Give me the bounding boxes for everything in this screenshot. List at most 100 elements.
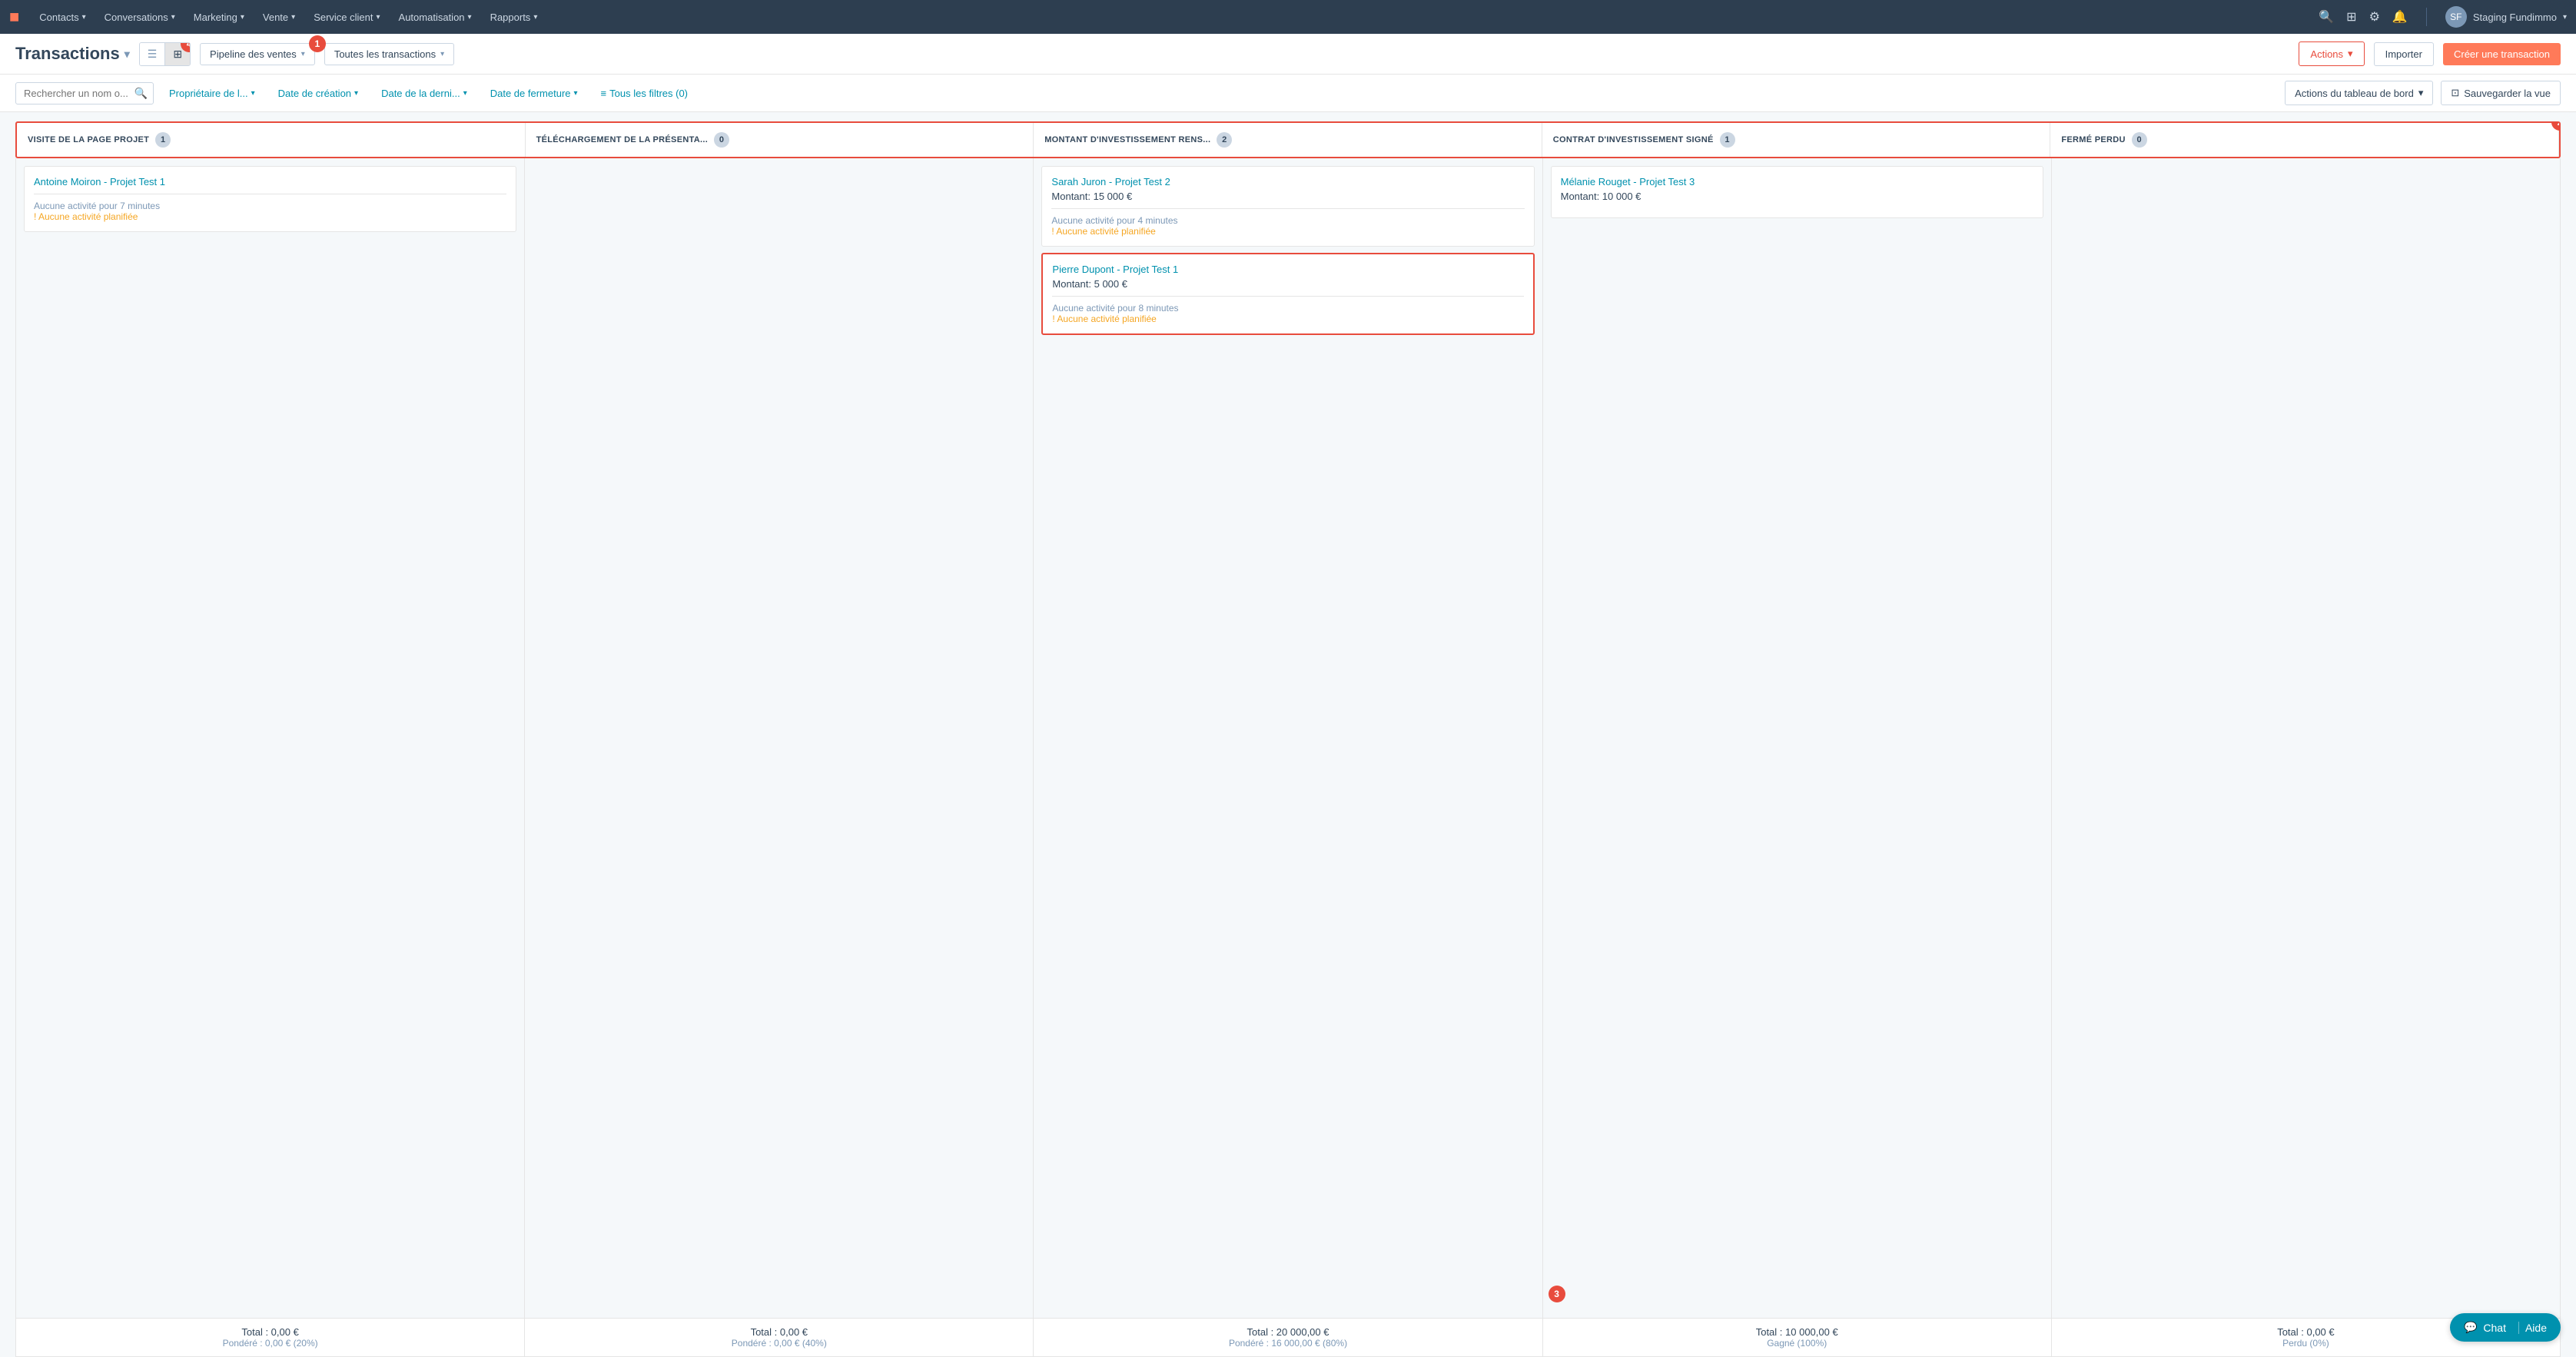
nav-divider <box>2426 8 2427 26</box>
deal-amount: Montant: 5 000 € <box>1052 278 1523 290</box>
board-column-2 <box>525 158 1034 1318</box>
notification-icon[interactable]: 🔔 <box>2392 9 2408 25</box>
page-title: Transactions ▾ <box>15 44 130 64</box>
chevron-down-icon: ▾ <box>440 50 444 58</box>
deal-warning: ! Aucune activité planifiée <box>34 211 506 222</box>
list-view-button[interactable]: ☰ <box>140 43 166 65</box>
footer-row: Total : 0,00 € Pondéré : 0,00 € (20%) To… <box>15 1318 2561 1357</box>
chevron-down-icon: ▾ <box>463 89 467 98</box>
filter-bar: 🔍 Propriétaire de l... ▾ Date de créatio… <box>0 75 2576 112</box>
stage-header-4: CONTRAT D'INVESTISSEMENT SIGNÉ 1 <box>1542 123 2051 157</box>
nav-icons: 🔍 ⊞ ⚙ 🔔 SF Staging Fundimmo ▾ <box>2319 6 2567 28</box>
avatar: SF <box>2445 6 2467 28</box>
chevron-down-icon[interactable]: ▾ <box>124 48 130 61</box>
deal-card[interactable]: Mélanie Rouget - Projet Test 3 Montant: … <box>1551 166 2043 218</box>
footer-total: Total : 10 000,00 € <box>1552 1326 2042 1338</box>
import-button[interactable]: Importer <box>2374 42 2434 66</box>
main-content: Transactions ▾ ☰ ⊞ 4 Pipeline des ventes… <box>0 34 2576 1357</box>
view-toggle: ☰ ⊞ 4 <box>139 42 191 66</box>
chevron-down-icon: ▾ <box>2418 87 2424 99</box>
footer-total: Total : 0,00 € <box>25 1326 515 1338</box>
deal-card[interactable]: Sarah Juron - Projet Test 2 Montant: 15 … <box>1041 166 1534 247</box>
deal-amount: Montant: 15 000 € <box>1051 191 1524 202</box>
footer-weighted: Pondéré : 16 000,00 € (80%) <box>1043 1338 1532 1349</box>
deal-title[interactable]: Sarah Juron - Projet Test 2 <box>1051 176 1524 187</box>
search-icon[interactable]: 🔍 <box>2319 9 2334 25</box>
nav-conversations[interactable]: Conversations ▾ <box>97 7 183 28</box>
deal-card[interactable]: Antoine Moiron - Projet Test 1 Aucune ac… <box>24 166 516 232</box>
create-transaction-button[interactable]: Créer une transaction <box>2443 43 2561 65</box>
chevron-down-icon: ▾ <box>574 89 578 98</box>
all-filters-button[interactable]: ≡ Tous les filtres (0) <box>593 83 695 104</box>
grid-icon[interactable]: ⊞ <box>2346 9 2356 25</box>
chat-icon: 💬 <box>2464 1321 2477 1334</box>
board-area: VISITE DE LA PAGE PROJET 1 TÉLÉCHARGEMEN… <box>0 112 2576 1357</box>
deal-warning: ! Aucune activité planifiée <box>1052 314 1523 324</box>
actions-button[interactable]: Actions ▾ <box>2299 41 2364 66</box>
aide-label: Aide <box>2518 1322 2547 1334</box>
chevron-down-icon: ▾ <box>377 13 380 22</box>
annotation-1: 1 <box>309 35 326 52</box>
board-scroll: Antoine Moiron - Projet Test 1 Aucune ac… <box>15 158 2561 1318</box>
footer-cell-3: Total : 20 000,00 € Pondéré : 16 000,00 … <box>1034 1319 1542 1356</box>
search-icon: 🔍 <box>134 87 148 100</box>
settings-icon[interactable]: ⚙ <box>2369 9 2380 25</box>
filter-dropdown[interactable]: Toutes les transactions ▾ <box>324 43 454 65</box>
dashboard-actions-button[interactable]: Actions du tableau de bord ▾ <box>2285 81 2433 105</box>
footer-total: Total : 0,00 € <box>534 1326 1024 1338</box>
footer-weighted: Pondéré : 0,00 € (40%) <box>534 1338 1024 1349</box>
account-menu[interactable]: SF Staging Fundimmo ▾ <box>2445 6 2567 28</box>
top-navigation: ■ Contacts ▾ Conversations ▾ Marketing ▾… <box>0 0 2576 34</box>
creation-date-filter[interactable]: Date de création ▾ <box>271 83 366 104</box>
nav-contacts[interactable]: Contacts ▾ <box>32 7 93 28</box>
nav-automatisation[interactable]: Automatisation ▾ <box>391 7 480 28</box>
deal-title[interactable]: Mélanie Rouget - Projet Test 3 <box>1561 176 2033 187</box>
deal-title[interactable]: Antoine Moiron - Projet Test 1 <box>34 176 506 187</box>
search-input[interactable] <box>15 82 154 105</box>
board-column-5 <box>2052 158 2560 1318</box>
chevron-down-icon: ▾ <box>301 50 305 58</box>
deal-amount: Montant: 10 000 € <box>1561 191 2033 202</box>
stage-headers: VISITE DE LA PAGE PROJET 1 TÉLÉCHARGEMEN… <box>15 121 2561 158</box>
chevron-down-icon: ▾ <box>171 13 175 22</box>
deal-activity: Aucune activité pour 4 minutes <box>1051 215 1524 226</box>
chevron-down-icon: ▾ <box>354 89 358 98</box>
chat-label: Chat <box>2483 1322 2506 1334</box>
sub-header: Transactions ▾ ☰ ⊞ 4 Pipeline des ventes… <box>0 34 2576 75</box>
search-wrap: 🔍 <box>15 82 154 105</box>
chevron-down-icon: ▾ <box>2348 48 2353 60</box>
nav-vente[interactable]: Vente ▾ <box>255 7 303 28</box>
deal-activity: Aucune activité pour 8 minutes <box>1052 303 1523 314</box>
board-column-1: Antoine Moiron - Projet Test 1 Aucune ac… <box>16 158 525 1318</box>
stage-header-3: MONTANT D'INVESTISSEMENT RENS... 2 <box>1034 123 1542 157</box>
stage-header-5: FERMÉ PERDU 0 <box>2050 123 2559 157</box>
stage-header-2: TÉLÉCHARGEMENT DE LA PRÉSENTA... 0 <box>526 123 1034 157</box>
footer-total: Total : 20 000,00 € <box>1043 1326 1532 1338</box>
footer-cell-1: Total : 0,00 € Pondéré : 0,00 € (20%) <box>16 1319 525 1356</box>
nav-rapports[interactable]: Rapports ▾ <box>483 7 546 28</box>
nav-service[interactable]: Service client ▾ <box>306 7 387 28</box>
hubspot-logo: ■ <box>9 7 19 27</box>
save-view-button[interactable]: ⊡ Sauvegarder la vue <box>2441 81 2561 105</box>
footer-weighted: Pondéré : 0,00 € (20%) <box>25 1338 515 1349</box>
last-date-filter[interactable]: Date de la derni... ▾ <box>373 83 475 104</box>
chevron-down-icon: ▾ <box>251 89 255 98</box>
columns-and-footer: Antoine Moiron - Projet Test 1 Aucune ac… <box>0 158 2576 1357</box>
nav-marketing[interactable]: Marketing ▾ <box>186 7 252 28</box>
close-date-filter[interactable]: Date de fermeture ▾ <box>483 83 586 104</box>
chat-button[interactable]: 💬 Chat Aide <box>2450 1313 2561 1342</box>
footer-cell-2: Total : 0,00 € Pondéré : 0,00 € (40%) <box>525 1319 1034 1356</box>
stage-header-1: VISITE DE LA PAGE PROJET 1 <box>17 123 526 157</box>
board-column-3: Sarah Juron - Projet Test 2 Montant: 15 … <box>1034 158 1542 1318</box>
chevron-down-icon: ▾ <box>2563 13 2567 22</box>
owner-filter[interactable]: Propriétaire de l... ▾ <box>161 83 263 104</box>
account-name: Staging Fundimmo <box>2473 12 2557 23</box>
deal-title[interactable]: Pierre Dupont - Projet Test 1 <box>1052 264 1523 275</box>
board-column-4: Mélanie Rouget - Projet Test 3 Montant: … <box>1543 158 2052 1318</box>
chevron-down-icon: ▾ <box>468 13 472 22</box>
pipeline-dropdown[interactable]: Pipeline des ventes ▾ <box>200 43 315 65</box>
deal-warning: ! Aucune activité planifiée <box>1051 226 1524 237</box>
chevron-down-icon: ▾ <box>241 13 244 22</box>
chevron-down-icon: ▾ <box>533 13 537 22</box>
deal-card-highlighted[interactable]: Pierre Dupont - Projet Test 1 Montant: 5… <box>1041 253 1534 335</box>
